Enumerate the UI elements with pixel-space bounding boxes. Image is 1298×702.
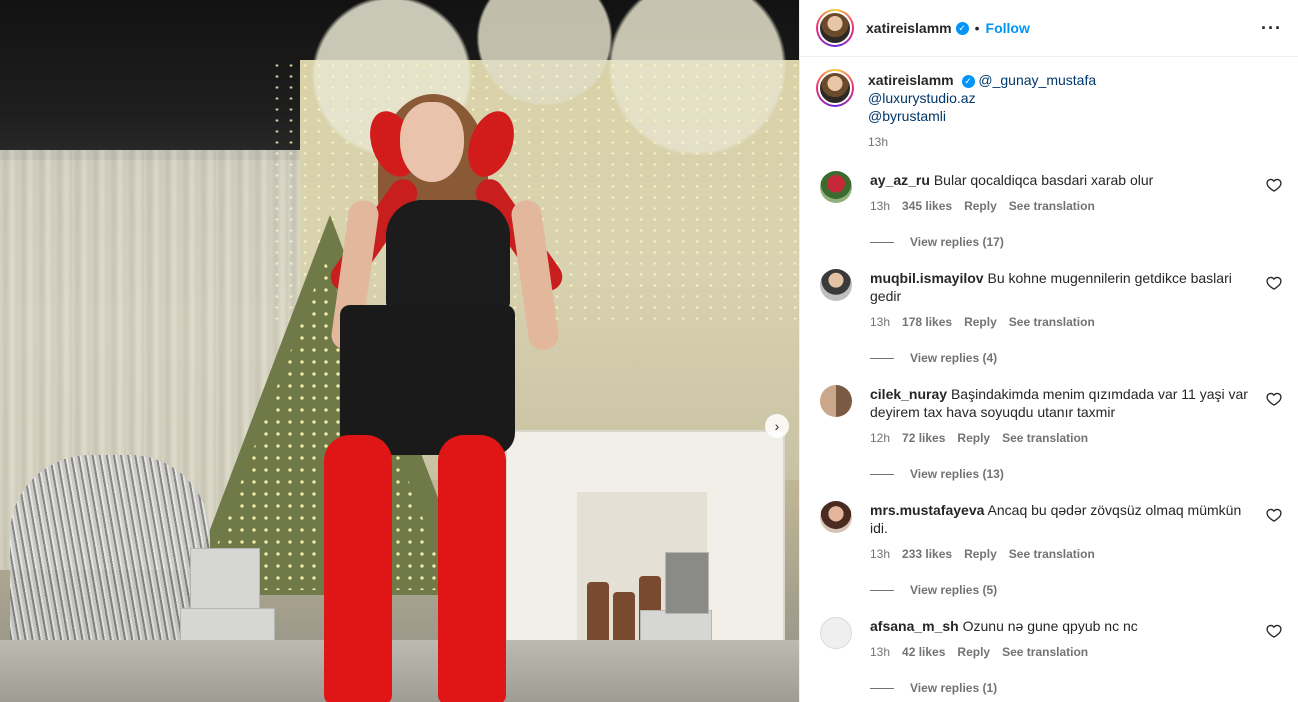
next-photo-button[interactable]: › xyxy=(765,414,789,438)
comment-meta: 13h 42 likes Reply See translation xyxy=(870,643,1260,661)
comment-timestamp[interactable]: 12h xyxy=(870,429,890,447)
comment-item: muqbil.ismayilov Bu kohne mugennilerin g… xyxy=(816,269,1282,365)
comment-likes[interactable]: 42 likes xyxy=(902,643,945,661)
reply-button[interactable]: Reply xyxy=(964,545,997,563)
comment-text: Bular qocaldiqca basdari xarab olur xyxy=(933,172,1154,188)
chevron-right-icon: › xyxy=(774,418,780,434)
caption-timestamp[interactable]: 13h xyxy=(868,133,1096,151)
reply-button[interactable]: Reply xyxy=(957,643,990,661)
comment-timestamp[interactable]: 13h xyxy=(870,545,890,563)
comment-body: cilek_nuray Başindakimda menim qızımdada… xyxy=(870,385,1260,447)
comment-likes[interactable]: 72 likes xyxy=(902,429,945,447)
post-header: xatireislamm ✓ • Follow ··· xyxy=(800,0,1298,57)
reply-button[interactable]: Reply xyxy=(964,313,997,331)
see-translation-button[interactable]: See translation xyxy=(1009,545,1095,563)
comment-meta: 12h 72 likes Reply See translation xyxy=(870,429,1260,447)
post-side-panel: xatireislamm ✓ • Follow ··· xatireislamm… xyxy=(799,0,1298,702)
view-replies-label: View replies (4) xyxy=(910,351,998,365)
author-username[interactable]: xatireislamm xyxy=(866,20,952,36)
replies-divider-line xyxy=(870,357,894,359)
author-avatar-image xyxy=(818,11,852,45)
separator-dot: • xyxy=(974,20,980,36)
comment-likes[interactable]: 178 likes xyxy=(902,313,952,331)
comment-item: cilek_nuray Başindakimda menim qızımdada… xyxy=(816,385,1282,481)
replies-divider-line xyxy=(870,687,894,689)
comment-body: muqbil.ismayilov Bu kohne mugennilerin g… xyxy=(870,269,1260,331)
comment-body: ay_az_ru Bular qocaldiqca basdari xarab … xyxy=(870,171,1260,215)
see-translation-button[interactable]: See translation xyxy=(1009,313,1095,331)
comment-timestamp[interactable]: 13h xyxy=(870,197,890,215)
black-corset xyxy=(386,200,510,310)
comment-meta: 13h 345 likes Reply See translation xyxy=(870,197,1260,215)
commenter-avatar[interactable] xyxy=(820,617,852,649)
follow-button[interactable]: Follow xyxy=(986,20,1030,36)
author-avatar[interactable] xyxy=(816,9,854,47)
caption-mention[interactable]: @luxurystudio.az xyxy=(868,90,976,106)
replies-divider-line xyxy=(870,589,894,591)
comments-list[interactable]: xatireislamm ✓ @_gunay_mustafa @luxuryst… xyxy=(800,57,1298,702)
verified-badge-icon: ✓ xyxy=(955,21,969,35)
commenter-username[interactable]: ay_az_ru xyxy=(870,172,930,188)
commenter-avatar[interactable] xyxy=(820,385,852,417)
black-shorts xyxy=(340,305,515,455)
comment-meta: 13h 178 likes Reply See translation xyxy=(870,313,1260,331)
view-replies-button[interactable]: View replies (17) xyxy=(870,235,1282,249)
caption-username[interactable]: xatireislamm xyxy=(868,72,954,88)
see-translation-button[interactable]: See translation xyxy=(1002,429,1088,447)
comment-body: mrs.mustafayeva Ancaq bu qədər zövqsüz o… xyxy=(870,501,1260,563)
view-replies-label: View replies (17) xyxy=(910,235,1004,249)
verified-badge-icon: ✓ xyxy=(961,74,975,88)
person-face xyxy=(400,102,464,182)
photo-gift-box xyxy=(665,552,709,614)
view-replies-button[interactable]: View replies (4) xyxy=(870,351,1282,365)
heart-icon[interactable] xyxy=(1266,177,1282,193)
see-translation-button[interactable]: See translation xyxy=(1009,197,1095,215)
heart-icon[interactable] xyxy=(1266,623,1282,639)
red-tights-leg xyxy=(438,435,506,702)
comment-item: mrs.mustafayeva Ancaq bu qədər zövqsüz o… xyxy=(816,501,1282,597)
see-translation-button[interactable]: See translation xyxy=(1002,643,1088,661)
heart-icon[interactable] xyxy=(1266,391,1282,407)
comment-text: Ozunu nə gune qpyub nc nc xyxy=(962,618,1138,634)
commenter-avatar[interactable] xyxy=(820,269,852,301)
reply-button[interactable]: Reply xyxy=(957,429,990,447)
photo-gift-box xyxy=(190,548,260,610)
commenter-username[interactable]: afsana_m_sh xyxy=(870,618,959,634)
photo-person xyxy=(300,80,568,702)
caption-mention[interactable]: @_gunay_mustafa xyxy=(978,72,1096,88)
comment-meta: 13h 233 likes Reply See translation xyxy=(870,545,1260,563)
view-replies-button[interactable]: View replies (1) xyxy=(870,681,1282,695)
comment-item: ay_az_ru Bular qocaldiqca basdari xarab … xyxy=(816,171,1282,249)
commenter-avatar[interactable] xyxy=(820,501,852,533)
view-replies-button[interactable]: View replies (5) xyxy=(870,583,1282,597)
commenter-username[interactable]: muqbil.ismayilov xyxy=(870,270,984,286)
caption-mention[interactable]: @byrustamli xyxy=(868,108,946,124)
comment-timestamp[interactable]: 13h xyxy=(870,643,890,661)
view-replies-label: View replies (1) xyxy=(910,681,998,695)
commenter-username[interactable]: mrs.mustafayeva xyxy=(870,502,984,518)
heart-icon[interactable] xyxy=(1266,275,1282,291)
comment-timestamp[interactable]: 13h xyxy=(870,313,890,331)
view-replies-label: View replies (5) xyxy=(910,583,998,597)
replies-divider-line xyxy=(870,473,894,475)
reply-button[interactable]: Reply xyxy=(964,197,997,215)
red-tights-leg xyxy=(324,435,392,702)
caption-author-avatar-image xyxy=(818,71,852,105)
comment-likes[interactable]: 345 likes xyxy=(902,197,952,215)
caption-body: xatireislamm ✓ @_gunay_mustafa @luxuryst… xyxy=(868,71,1096,151)
heart-icon[interactable] xyxy=(1266,507,1282,523)
instagram-post-dialog: › xatireislamm ✓ • Follow ··· xatireisla… xyxy=(0,0,1298,702)
view-replies-button[interactable]: View replies (13) xyxy=(870,467,1282,481)
comment-likes[interactable]: 233 likes xyxy=(902,545,952,563)
comment-item: afsana_m_sh Ozunu nə gune qpyub nc nc 13… xyxy=(816,617,1282,695)
commenter-username[interactable]: cilek_nuray xyxy=(870,386,947,402)
commenter-avatar[interactable] xyxy=(820,171,852,203)
post-photo[interactable]: › xyxy=(0,0,799,702)
caption-author-avatar[interactable] xyxy=(816,69,854,107)
view-replies-label: View replies (13) xyxy=(910,467,1004,481)
post-caption: xatireislamm ✓ @_gunay_mustafa @luxuryst… xyxy=(816,69,1282,151)
replies-divider-line xyxy=(870,241,894,243)
more-horizontal-icon[interactable]: ··· xyxy=(1261,18,1282,39)
comment-body: afsana_m_sh Ozunu nə gune qpyub nc nc 13… xyxy=(870,617,1260,661)
